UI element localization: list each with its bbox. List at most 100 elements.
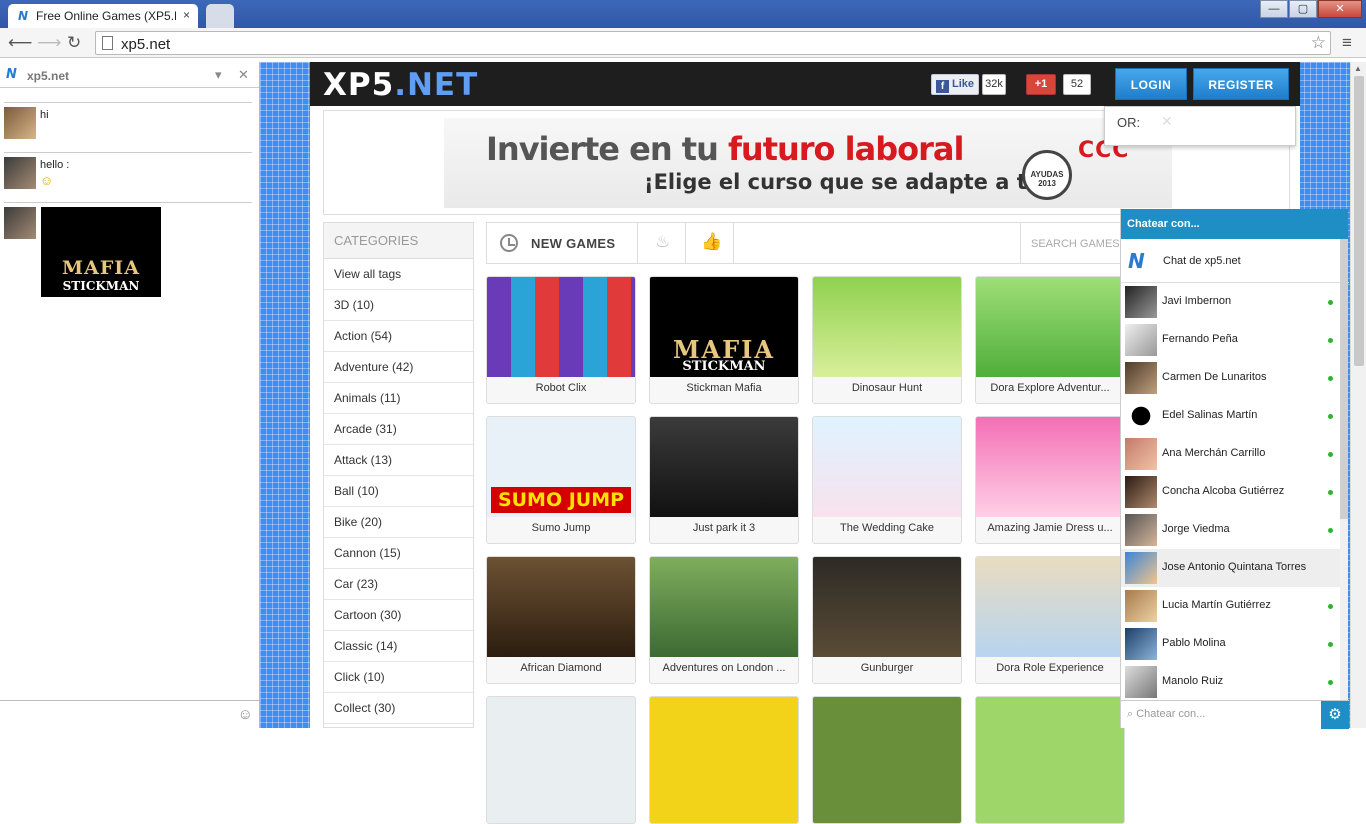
game-card[interactable]: Just park it 3 xyxy=(649,416,799,544)
scroll-up-icon[interactable]: ▲ xyxy=(1354,64,1362,73)
category-item[interactable]: Classic (14) xyxy=(324,631,473,662)
game-card[interactable]: SUMO JUMP Sumo Jump xyxy=(486,416,636,544)
avatar xyxy=(1125,514,1157,546)
avatar xyxy=(4,207,36,239)
game-card[interactable] xyxy=(486,696,636,824)
window-close-button[interactable]: ✕ xyxy=(1318,0,1362,18)
new-tab-button[interactable] xyxy=(206,4,234,28)
game-card[interactable]: Dinosaur Hunt xyxy=(812,276,962,404)
google-plus-button[interactable]: +1 xyxy=(1026,74,1056,95)
gear-icon[interactable]: ⚙ xyxy=(1321,701,1349,729)
game-thumbnail xyxy=(813,277,961,377)
category-item[interactable]: Attack (13) xyxy=(324,445,473,476)
reload-icon[interactable]: ↻ xyxy=(67,33,81,53)
friend-item[interactable]: Edel Salinas Martín xyxy=(1121,397,1341,435)
online-status-dot xyxy=(1328,414,1333,419)
dropdown-close-icon[interactable]: ✕ xyxy=(1161,113,1173,130)
game-card[interactable]: Robot Clix xyxy=(486,276,636,404)
friends-header: Chatear con... xyxy=(1121,209,1348,239)
friend-item[interactable]: Javi Imbernon xyxy=(1121,283,1341,321)
game-thumbnail xyxy=(976,557,1124,657)
category-item[interactable]: Bike (20) xyxy=(324,507,473,538)
category-item[interactable]: Ball (10) xyxy=(324,476,473,507)
game-card[interactable] xyxy=(649,696,799,824)
message-input[interactable]: ☺ xyxy=(0,700,259,728)
category-item[interactable]: Adventure (42) xyxy=(324,352,473,383)
friend-item[interactable]: Lucia Martín Gutiérrez xyxy=(1121,587,1341,625)
game-thumbnail xyxy=(487,557,635,657)
friend-item[interactable]: Concha Alcoba Gutiérrez xyxy=(1121,473,1341,511)
category-item[interactable]: Cartoon (30) xyxy=(324,600,473,631)
avatar xyxy=(1125,590,1157,622)
category-item[interactable]: Action (54) xyxy=(324,321,473,352)
online-status-dot xyxy=(1328,376,1333,381)
online-status-dot xyxy=(1328,528,1333,533)
game-thumbnail: MAFIA STICKMAN xyxy=(650,277,798,377)
clock-icon[interactable] xyxy=(500,234,518,252)
friend-item[interactable]: Jorge Viedma xyxy=(1121,511,1341,549)
register-button[interactable]: REGISTER xyxy=(1193,68,1289,100)
category-item[interactable]: Arcade (31) xyxy=(324,414,473,445)
game-card[interactable]: Amazing Jamie Dress u... xyxy=(975,416,1125,544)
game-title: Amazing Jamie Dress u... xyxy=(987,522,1113,534)
game-card[interactable]: African Diamond xyxy=(486,556,636,684)
game-card[interactable]: Dora Explore Adventur... xyxy=(975,276,1125,404)
game-title: African Diamond xyxy=(520,662,602,674)
game-card[interactable]: Gunburger xyxy=(812,556,962,684)
browser-tab-xp5[interactable]: N Free Online Games (XP5.N × xyxy=(8,4,198,28)
thumbs-up-icon[interactable]: 👍 xyxy=(701,232,722,252)
game-card[interactable] xyxy=(975,696,1125,824)
tab-close-icon[interactable]: × xyxy=(183,8,190,22)
flame-icon[interactable]: ♨ xyxy=(655,232,670,252)
ad-banner[interactable]: Invierte en tu futuro laboral ¡Elige el … xyxy=(444,118,1172,208)
site-logo[interactable]: XP5.NET xyxy=(323,67,478,103)
category-item[interactable]: Cannon (15) xyxy=(324,538,473,569)
close-chat-icon[interactable]: ✕ xyxy=(238,67,249,83)
game-card[interactable]: The Wedding Cake xyxy=(812,416,962,544)
friends-scrollbar[interactable] xyxy=(1340,239,1348,700)
xp5-favicon-icon: N xyxy=(18,9,29,23)
categories-sidebar: CATEGORIES View all tags 3D (10) Action … xyxy=(323,222,474,728)
game-card[interactable]: Dora Role Experience xyxy=(975,556,1125,684)
back-arrow-icon[interactable]: ⟵ xyxy=(8,33,32,53)
friend-item[interactable]: Manolo Ruiz xyxy=(1121,663,1341,701)
message-text: hello : xyxy=(40,159,70,171)
friends-sidebar: Chatear con... N Chat de xp5.net Javi Im… xyxy=(1120,209,1349,729)
site-chat-item[interactable]: N Chat de xp5.net xyxy=(1121,239,1349,283)
tab-new-games[interactable]: NEW GAMES xyxy=(531,236,615,251)
category-item[interactable]: Car (23) xyxy=(324,569,473,600)
friend-item[interactable]: Jose Antonio Quintana Torres xyxy=(1121,549,1341,587)
forward-arrow-icon[interactable]: ⟶ xyxy=(37,33,61,53)
maximize-button[interactable]: ▢ xyxy=(1289,0,1317,18)
category-item[interactable]: Click (10) xyxy=(324,662,473,693)
friend-item[interactable]: Ana Merchán Carrillo xyxy=(1121,435,1341,473)
minimize-button[interactable]: — xyxy=(1260,0,1288,18)
category-item[interactable]: 3D (10) xyxy=(324,290,473,321)
login-button[interactable]: LOGIN xyxy=(1115,68,1187,100)
scrollbar-thumb[interactable] xyxy=(1354,76,1364,366)
shared-game-image[interactable]: MAFIA STICKMAN xyxy=(41,207,161,297)
search-games-input[interactable]: SEARCH GAMES... xyxy=(1031,238,1129,250)
minimize-chat-icon[interactable]: ▾ xyxy=(215,67,222,83)
friend-item[interactable]: Fernando Peña xyxy=(1121,321,1341,359)
online-status-dot xyxy=(1328,338,1333,343)
bookmark-star-icon[interactable]: ☆ xyxy=(1311,33,1326,53)
category-item[interactable]: Animals (11) xyxy=(324,383,473,414)
address-url[interactable]: xp5.net xyxy=(121,36,170,53)
page-scrollbar[interactable]: ▲ xyxy=(1350,62,1366,728)
facebook-like-button[interactable]: f Like xyxy=(931,74,979,95)
browser-menu-icon[interactable]: ≡ xyxy=(1342,33,1352,53)
category-item[interactable]: View all tags xyxy=(324,259,473,290)
game-card[interactable]: Adventures on London ... xyxy=(649,556,799,684)
game-card[interactable]: MAFIA STICKMAN Stickman Mafia xyxy=(649,276,799,404)
friend-item[interactable]: Pablo Molina xyxy=(1121,625,1341,663)
friend-search-input[interactable]: ⌕ Chatear con... ⚙ xyxy=(1121,700,1349,729)
address-bar[interactable]: xp5.net ☆ xyxy=(95,31,1331,55)
game-card[interactable] xyxy=(812,696,962,824)
emoji-picker-icon[interactable]: ☺ xyxy=(238,706,253,723)
game-thumbnail xyxy=(813,557,961,657)
online-status-dot xyxy=(1328,604,1333,609)
friend-item[interactable]: Carmen De Lunaritos xyxy=(1121,359,1341,397)
category-item[interactable]: Collect (30) xyxy=(324,693,473,724)
friend-search-placeholder: ⌕ Chatear con... xyxy=(1127,708,1206,720)
